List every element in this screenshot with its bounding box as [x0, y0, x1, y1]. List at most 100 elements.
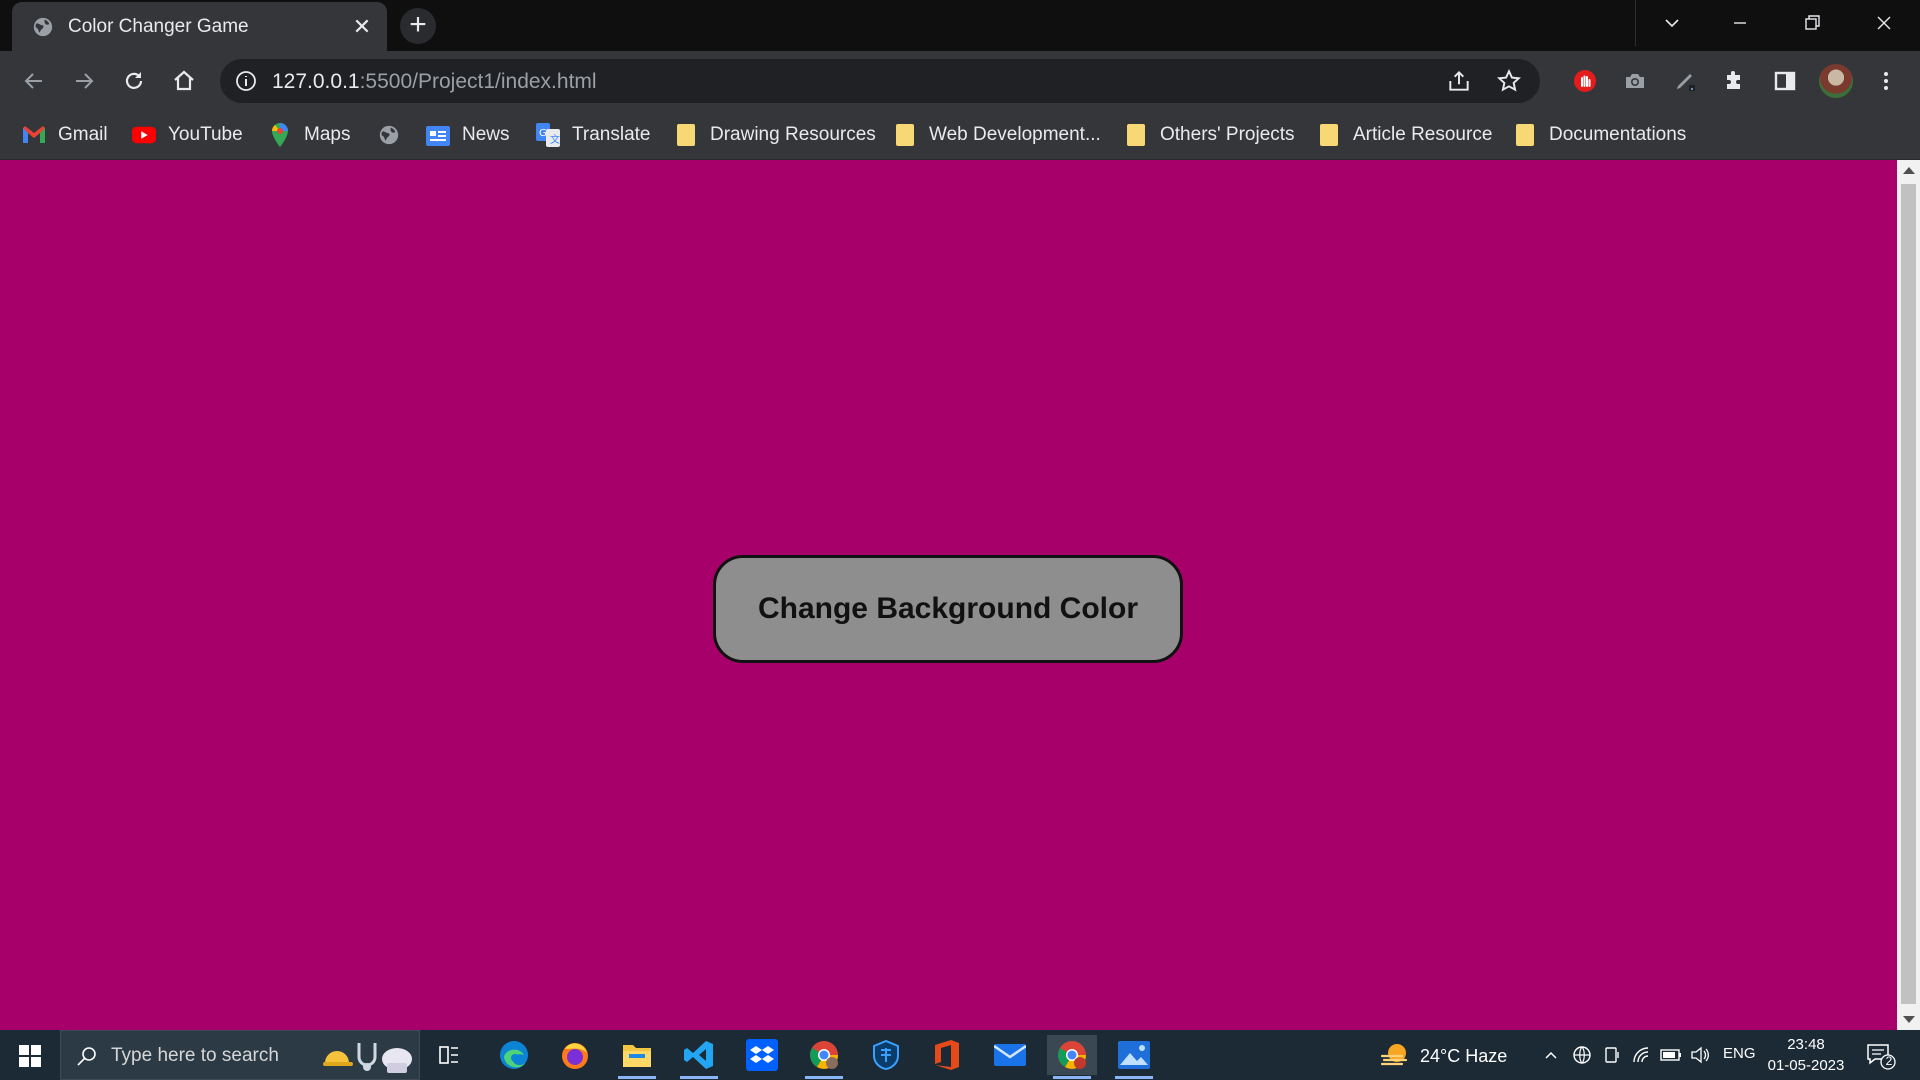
tray-volume[interactable]: [1689, 1044, 1711, 1066]
bookmark-folder-others-projects[interactable]: Others' Projects: [1124, 119, 1295, 151]
kebab-menu-icon: [1884, 72, 1888, 90]
globe-icon: [33, 17, 53, 37]
home-button[interactable]: [164, 61, 204, 101]
bookmark-label: Drawing Resources: [710, 124, 876, 145]
globe-icon: [1573, 1046, 1591, 1064]
browser-menu-button[interactable]: [1866, 61, 1906, 101]
tray-battery[interactable]: [1660, 1044, 1682, 1066]
extension-screenshot-button[interactable]: [1615, 61, 1655, 101]
mail-icon: [994, 1044, 1026, 1066]
chevron-up-icon: [1545, 1051, 1557, 1059]
extensions-button[interactable]: [1715, 61, 1755, 101]
bookmark-label: Translate: [572, 124, 651, 145]
new-tab-button[interactable]: +: [400, 8, 436, 44]
weather-widget[interactable]: 24°C Haze: [1380, 1042, 1507, 1070]
puzzle-icon: [1727, 71, 1740, 89]
arrow-right-icon: [76, 73, 94, 89]
scroll-up-arrow-icon[interactable]: [1903, 167, 1915, 174]
tray-device[interactable]: [1601, 1044, 1623, 1066]
folder-icon: [674, 123, 698, 147]
change-background-color-button[interactable]: Change Background Color: [713, 555, 1183, 663]
translate-icon: G文: [536, 123, 560, 147]
tab-search-button[interactable]: [1636, 0, 1708, 46]
bookmark-youtube[interactable]: YouTube: [132, 119, 243, 151]
notification-center-button[interactable]: 2: [1866, 1042, 1896, 1070]
taskbar-mail[interactable]: [985, 1035, 1035, 1075]
task-view-button[interactable]: [424, 1035, 474, 1075]
browser-toolbar: 127.0.0.1:5500/Project1/index.html: [0, 51, 1920, 111]
search-highlight-illustration-icon: [323, 1043, 412, 1073]
url-text[interactable]: 127.0.0.1:5500/Project1/index.html: [272, 70, 597, 94]
bookmark-folder-article[interactable]: Article Resource: [1317, 119, 1492, 151]
bookmark-translate[interactable]: G文 Translate: [536, 119, 651, 151]
bookmark-maps[interactable]: Maps: [268, 119, 350, 151]
restore-button[interactable]: [1776, 0, 1848, 46]
bookmark-folder-documentations[interactable]: Documentations: [1513, 119, 1686, 151]
taskbar-office[interactable]: [922, 1035, 972, 1075]
bookmark-folder-webdev[interactable]: Web Development...: [893, 119, 1101, 151]
side-panel-button[interactable]: [1765, 61, 1805, 101]
extension-block-button[interactable]: [1565, 61, 1605, 101]
start-button[interactable]: [10, 1038, 50, 1074]
battery-icon: [1660, 1049, 1681, 1061]
taskbar-firefox[interactable]: [550, 1035, 600, 1075]
minimize-button[interactable]: [1704, 0, 1776, 46]
close-window-button[interactable]: [1848, 0, 1920, 46]
search-placeholder: Type here to search: [111, 1045, 279, 1066]
taskbar-clock[interactable]: 23:48 01-05-2023: [1766, 1034, 1846, 1076]
site-info-icon[interactable]: [234, 69, 258, 93]
bookmark-globe[interactable]: [377, 119, 401, 151]
profile-avatar[interactable]: [1819, 64, 1853, 98]
scroll-down-arrow-icon[interactable]: [1903, 1016, 1915, 1023]
vertical-scrollbar[interactable]: [1897, 160, 1920, 1030]
taskbar-edge[interactable]: [489, 1035, 539, 1075]
tab-color-changer-game[interactable]: Color Changer Game ✕: [12, 2, 387, 51]
taskbar-chrome-profile-2[interactable]: [1047, 1035, 1097, 1079]
input-language[interactable]: ENG: [1723, 1045, 1756, 1062]
address-bar[interactable]: 127.0.0.1:5500/Project1/index.html: [220, 59, 1540, 103]
taskbar-vscode[interactable]: [674, 1035, 724, 1079]
edge-icon: [500, 1041, 528, 1069]
bookmark-gmail[interactable]: Gmail: [22, 119, 108, 151]
forward-button[interactable]: [64, 61, 104, 101]
gmail-icon: [22, 123, 46, 147]
folder-icon: [1317, 123, 1341, 147]
reload-button[interactable]: [114, 61, 154, 101]
office-icon: [935, 1040, 959, 1070]
bookmark-label: Documentations: [1549, 124, 1687, 145]
taskbar-chrome-profile-1[interactable]: [799, 1035, 849, 1079]
bookmark-label: Article Resource: [1353, 124, 1493, 145]
back-button[interactable]: [14, 61, 54, 101]
url-host: 127.0.0.1: [272, 70, 360, 93]
bookmark-label: Gmail: [58, 124, 108, 145]
app-shield-icon: [873, 1040, 899, 1070]
camera-icon: [1626, 74, 1644, 88]
side-panel-icon: [1774, 71, 1796, 91]
tray-wifi[interactable]: [1631, 1044, 1653, 1066]
bookmark-folder-drawing[interactable]: Drawing Resources: [674, 119, 876, 151]
extension-pen-button[interactable]: [1665, 61, 1705, 101]
bookmarks-bar: Gmail YouTube Maps News G文 Translate Dra…: [0, 111, 1920, 160]
folder-icon: [1513, 123, 1537, 147]
taskbar-photos[interactable]: [1109, 1035, 1159, 1079]
taskbar-store-app[interactable]: [861, 1035, 911, 1075]
folder-icon: [1124, 123, 1148, 147]
share-icon[interactable]: [1446, 68, 1472, 94]
weather-text: 24°C Haze: [1420, 1045, 1508, 1066]
scrollbar-thumb[interactable]: [1901, 184, 1916, 1004]
taskbar-dropbox[interactable]: [737, 1035, 787, 1075]
reload-icon: [125, 72, 143, 89]
browser-window: Color Changer Game ✕ + 127.0.0.1:5500/Pr…: [0, 0, 1920, 1080]
home-icon: [174, 70, 194, 91]
sun-haze-icon: [1380, 1044, 1408, 1066]
bookmark-news[interactable]: News: [426, 119, 510, 151]
taskbar-search-box[interactable]: Type here to search: [60, 1030, 420, 1080]
speaker-icon: [1691, 1046, 1709, 1064]
show-hidden-icons-button[interactable]: [1540, 1044, 1562, 1066]
taskbar-file-explorer[interactable]: [612, 1035, 662, 1079]
chrome-icon: [810, 1041, 838, 1069]
close-tab-icon[interactable]: ✕: [349, 14, 375, 40]
bookmark-star-icon[interactable]: [1496, 68, 1522, 94]
close-icon: [1877, 16, 1891, 30]
tray-network-globe[interactable]: [1571, 1044, 1593, 1066]
